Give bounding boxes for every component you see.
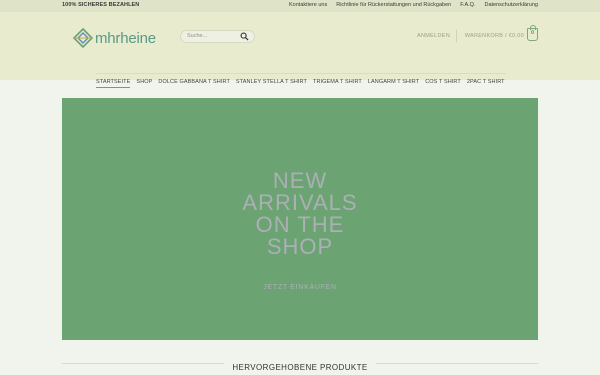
search-icon[interactable] [240, 32, 249, 41]
site-header: mhrheine Suche... ANMELDEN WARENKORB / €… [0, 12, 600, 88]
featured-title: HERVORGEHOBENE PRODUKTE [224, 363, 376, 372]
nav-divider [96, 73, 506, 74]
nav-item-cos[interactable]: COS T SHIRT [425, 79, 461, 88]
cart-count: 0 [530, 30, 535, 36]
main-nav: STARTSEITE SHOP DOLCE GABBANA T SHIRT ST… [96, 79, 505, 88]
top-bar: 100% SICHERES BEZAHLEN Kontaktiere uns R… [0, 0, 600, 12]
site-logo[interactable]: mhrheine [72, 27, 156, 49]
privacy-link[interactable]: Datenschutzerklärung [484, 2, 538, 8]
secure-payment-text: 100% SICHERES BEZAHLEN [62, 2, 140, 8]
nav-item-dolce-gabbana[interactable]: DOLCE GABBANA T SHIRT [158, 79, 229, 88]
top-links: Kontaktiere uns Richtlinie für Rückersta… [289, 2, 538, 8]
search-input[interactable]: Suche... [180, 30, 255, 43]
nav-item-2pac[interactable]: 2PAC T SHIRT [467, 79, 505, 88]
shop-now-button[interactable]: JETZT EINKAUFEN [62, 284, 538, 291]
nav-item-startseite[interactable]: STARTSEITE [96, 79, 131, 88]
header-divider [456, 30, 457, 42]
logo-text: mhrheine [95, 29, 156, 47]
search-placeholder: Suche... [187, 33, 208, 39]
cart-link[interactable]: WARENKORB / €0.00 [465, 33, 524, 39]
logo-icon [72, 27, 94, 49]
nav-item-langarm[interactable]: LANGARM T SHIRT [368, 79, 419, 88]
hero-title: NEW ARRIVALS ON THE SHOP [242, 168, 358, 259]
nav-item-trigema[interactable]: TRIGEMA T SHIRT [313, 79, 362, 88]
cart-icon[interactable]: 0 [527, 25, 538, 41]
contact-link[interactable]: Kontaktiere uns [289, 2, 327, 8]
refund-policy-link[interactable]: Richtlinie für Rückerstattungen und Rück… [336, 2, 451, 8]
nav-item-stanley-stella[interactable]: STANLEY STELLA T SHIRT [236, 79, 307, 88]
login-link[interactable]: ANMELDEN [417, 33, 450, 39]
nav-item-shop[interactable]: SHOP [136, 79, 152, 88]
featured-heading: HERVORGEHOBENE PRODUKTE [0, 357, 600, 375]
faq-link[interactable]: F.A.Q. [460, 2, 475, 8]
hero-banner[interactable]: NEW ARRIVALS ON THE SHOP JETZT EINKAUFEN [62, 98, 538, 340]
